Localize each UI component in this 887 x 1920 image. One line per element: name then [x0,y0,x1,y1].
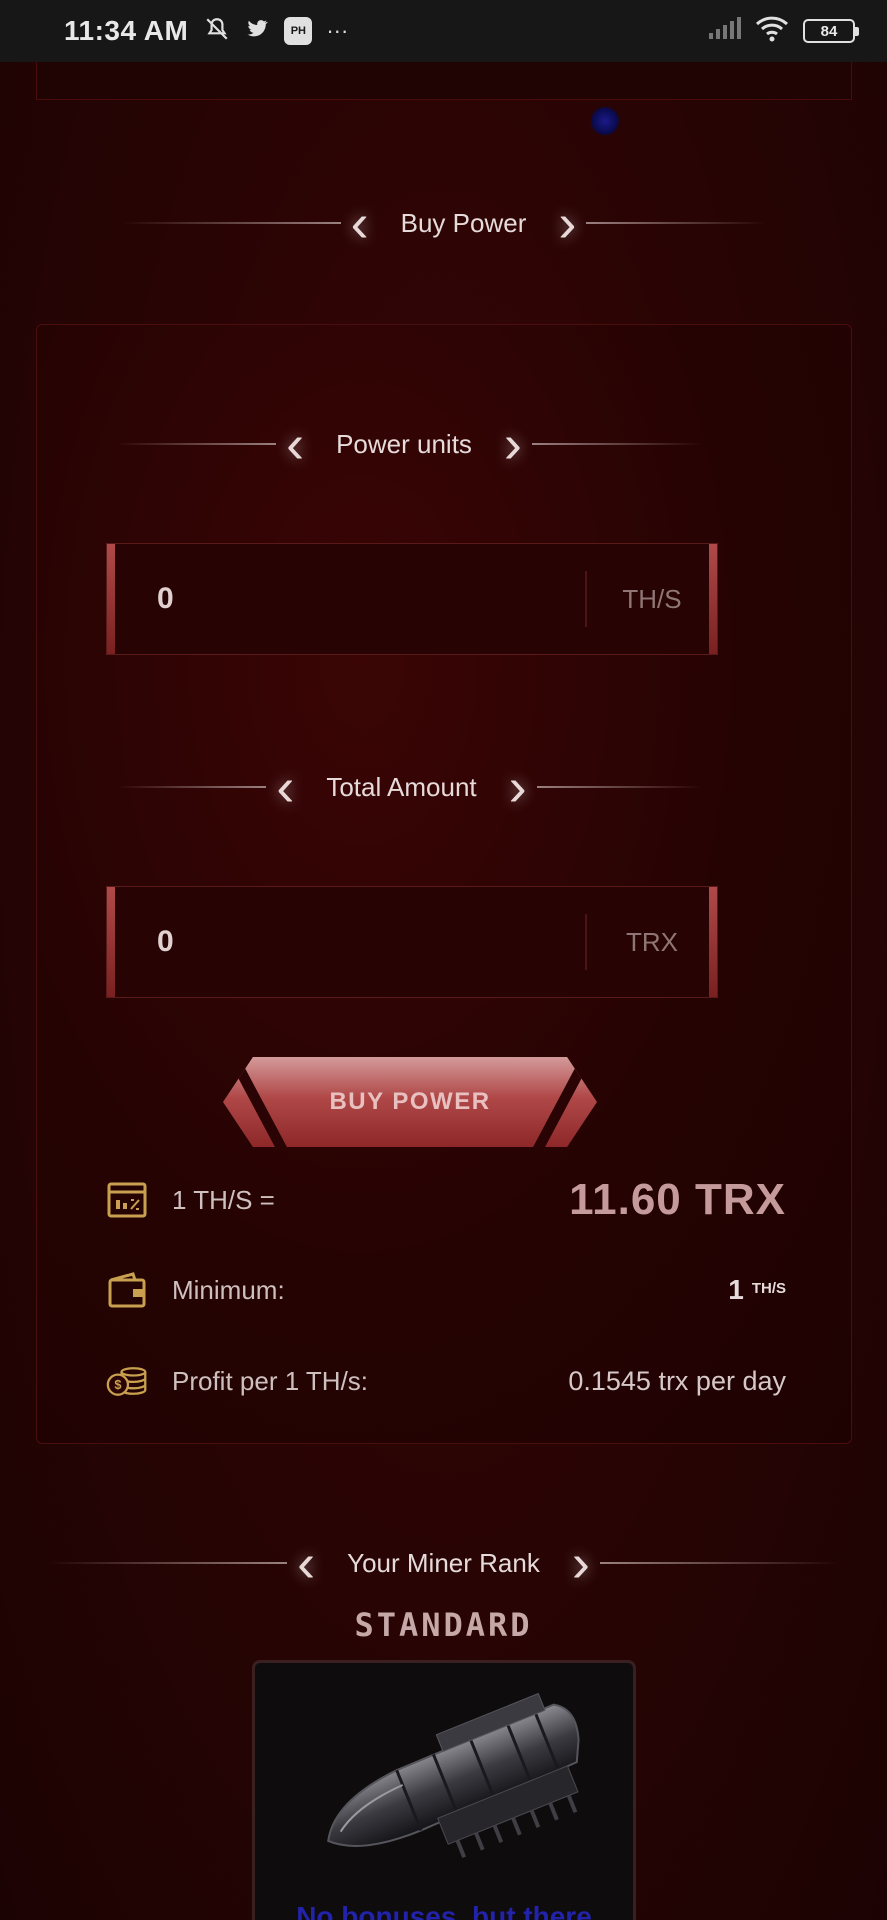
rate-value: 11.60 TRX [569,1175,786,1224]
signal-icon [707,17,741,45]
chevron-left-icon: ‹ [297,1533,316,1593]
buy-power-heading: ‹ Buy Power › [0,196,887,250]
rank-card: No bonuses, but there [252,1660,636,1920]
wifi-icon [755,15,789,47]
ph-app-icon: PH [284,17,313,45]
chevron-left-icon: ‹ [286,414,305,474]
status-time: 11:34 AM [64,15,189,46]
rate-row: 1 TH/S = 11.60 TRX [106,1175,786,1225]
chevron-right-icon: › [571,1533,590,1593]
muted-bell-icon [204,16,230,46]
rank-name: STANDARD [354,1606,533,1644]
minimum-value-group: 1 TH/S [728,1274,786,1306]
minimum-label: Minimum: [172,1274,285,1305]
rank-description: No bonuses, but there [296,1901,592,1920]
svg-text:$: $ [114,1377,121,1392]
power-units-heading: ‹ Power units › [37,417,781,471]
chevron-left-icon: ‹ [276,757,295,817]
minimum-unit: TH/S [751,1279,786,1297]
total-amount-value[interactable]: 0 [157,925,585,959]
buy-power-card: ‹ Power units › 0 TH/S ‹ Total Amount › … [36,324,852,1444]
total-amount-unit: TRX [626,926,678,957]
chevron-right-icon: › [558,193,577,253]
more-notifications-icon: ··· [326,18,349,43]
power-units-value[interactable]: 0 [157,582,585,616]
chevron-right-icon: › [503,414,522,474]
minimum-value: 1 [728,1274,744,1305]
buy-power-button[interactable]: BUY POWER [223,1057,597,1147]
total-amount-input[interactable]: 0 TRX [106,886,718,998]
power-units-input[interactable]: 0 TH/S [106,543,718,655]
chevron-right-icon: › [508,757,527,817]
total-amount-heading: ‹ Total Amount › [37,760,781,814]
twitter-icon [244,17,270,45]
coins-icon: $ [106,1361,148,1401]
miner-rank-heading: ‹ Your Miner Rank › [0,1536,887,1590]
battery-indicator: 84 [803,19,859,43]
previous-card-bottom [36,62,852,100]
calculator-window-icon [106,1180,148,1220]
status-bar: 11:34 AM PH ··· 84 [0,0,887,62]
profit-row: $ Profit per 1 TH/s: 0.1545 trx per day [106,1361,786,1401]
spaceship-image [327,1692,580,1858]
chevron-left-icon: ‹ [350,193,369,253]
profit-value: 0.1545 trx per day [568,1365,786,1396]
floating-dot [590,106,620,136]
power-units-unit: TH/S [622,583,682,614]
minimum-row: Minimum: 1 TH/S [106,1270,786,1310]
profit-label: Profit per 1 TH/s: [172,1365,369,1396]
wallet-icon [106,1270,148,1310]
rate-label: 1 TH/S = [172,1184,275,1215]
